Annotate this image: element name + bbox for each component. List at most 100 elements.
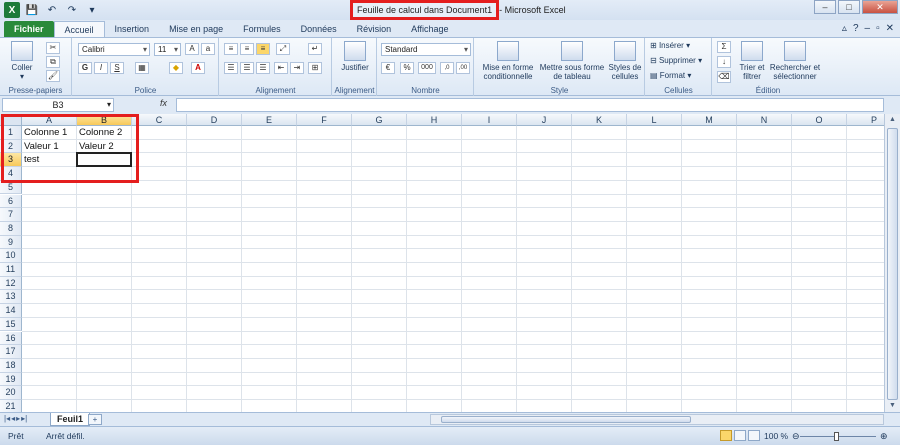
tab-formules[interactable]: Formules	[233, 21, 291, 37]
insert-button[interactable]: ⊞ Insérer ▾	[650, 41, 690, 50]
row-header-5[interactable]: 5	[0, 180, 22, 195]
customize-qat-icon[interactable]: ▾	[84, 2, 100, 18]
shrink-font-icon[interactable]: a	[201, 43, 215, 55]
sort-filter-button[interactable]: Trier et filtrer	[737, 41, 767, 81]
tab-accueil[interactable]: Accueil	[53, 21, 105, 37]
excel-icon[interactable]: X	[4, 2, 20, 18]
fill-icon[interactable]: ↓	[717, 56, 731, 68]
column-header-P[interactable]: P	[847, 114, 884, 126]
row-header-14[interactable]: 14	[0, 304, 22, 318]
row-header-8[interactable]: 8	[0, 221, 22, 236]
formula-input[interactable]	[176, 98, 884, 112]
wrap-text-icon[interactable]: ↵	[308, 43, 322, 55]
increase-indent-icon[interactable]: ⇥	[290, 62, 304, 74]
underline-button[interactable]: S	[110, 62, 124, 74]
column-header-F[interactable]: F	[297, 114, 352, 126]
column-header-G[interactable]: G	[352, 114, 407, 126]
row-header-21[interactable]: 21	[0, 400, 22, 412]
doc-restore-icon[interactable]: ▫	[876, 21, 880, 37]
zoom-out-icon[interactable]: ⊖	[792, 431, 800, 442]
close-button[interactable]: ✕	[862, 0, 898, 14]
first-sheet-icon[interactable]: |◂	[4, 414, 10, 423]
tab-affichage[interactable]: Affichage	[401, 21, 458, 37]
align-left-icon[interactable]: ☰	[224, 62, 238, 74]
tab-donnees[interactable]: Données	[291, 21, 347, 37]
column-header-C[interactable]: C	[132, 114, 187, 126]
prev-sheet-icon[interactable]: ◂	[11, 414, 15, 423]
tab-fichier[interactable]: Fichier	[4, 21, 54, 37]
zoom-level[interactable]: 100 %	[764, 431, 788, 441]
horizontal-scroll-thumb[interactable]	[441, 416, 691, 423]
cut-icon[interactable]: ✂	[46, 42, 60, 54]
align-right-icon[interactable]: ☰	[256, 62, 270, 74]
conditional-format-button[interactable]: Mise en forme conditionnelle	[479, 41, 537, 81]
decrease-decimal-icon[interactable]: ,00	[456, 62, 470, 74]
row-header-7[interactable]: 7	[0, 208, 22, 222]
page-break-view-icon[interactable]	[748, 430, 760, 441]
fill-color-icon[interactable]: ◆	[169, 62, 183, 74]
column-header-E[interactable]: E	[242, 114, 297, 126]
find-select-button[interactable]: Rechercher et sélectionner	[769, 41, 821, 81]
italic-button[interactable]: I	[94, 62, 108, 74]
format-painter-icon[interactable]: 🖌	[46, 70, 60, 82]
percent-button[interactable]: %	[400, 62, 414, 74]
row-header-6[interactable]: 6	[0, 194, 22, 209]
name-box[interactable]: B3	[2, 98, 114, 112]
align-bottom-icon[interactable]: ≡	[256, 43, 270, 55]
cell-styles-button[interactable]: Styles de cellules	[607, 41, 643, 81]
format-as-table-button[interactable]: Mettre sous forme de tableau	[539, 41, 605, 81]
row-header-13[interactable]: 13	[0, 290, 22, 305]
justify-button[interactable]: Justifier	[337, 41, 373, 72]
delete-button[interactable]: ⊟ Supprimer ▾	[650, 56, 702, 65]
row-header-9[interactable]: 9	[0, 235, 22, 250]
grow-font-icon[interactable]: A	[185, 43, 199, 55]
number-format-select[interactable]: Standard	[381, 43, 471, 56]
maximize-button[interactable]: □	[838, 0, 860, 14]
orientation-icon[interactable]: ⤢	[276, 43, 290, 55]
column-header-N[interactable]: N	[737, 114, 792, 126]
insert-function-icon[interactable]: fx	[160, 98, 167, 108]
align-top-icon[interactable]: ≡	[224, 43, 238, 55]
new-sheet-icon[interactable]: +	[88, 414, 102, 425]
font-color-icon[interactable]: A	[191, 62, 205, 74]
doc-close-icon[interactable]: ✕	[886, 21, 894, 37]
merge-center-icon[interactable]: ⊞	[308, 62, 322, 74]
font-size-select[interactable]: 11	[154, 43, 181, 56]
next-sheet-icon[interactable]: ▸	[16, 414, 20, 423]
copy-icon[interactable]: ⧉	[46, 56, 60, 68]
column-header-O[interactable]: O	[792, 114, 847, 126]
tab-insertion[interactable]: Insertion	[105, 21, 160, 37]
currency-icon[interactable]: €	[381, 62, 395, 74]
align-center-icon[interactable]: ☰	[240, 62, 254, 74]
scroll-down-icon[interactable]: ▼	[887, 401, 898, 411]
redo-icon[interactable]: ↷	[64, 2, 80, 18]
row-header-19[interactable]: 19	[0, 372, 22, 387]
column-header-I[interactable]: I	[462, 114, 517, 126]
collapse-ribbon-icon[interactable]: ▵	[842, 21, 847, 37]
row-header-11[interactable]: 11	[0, 263, 22, 277]
tab-revision[interactable]: Révision	[347, 21, 402, 37]
minimize-button[interactable]: –	[814, 0, 836, 14]
bold-button[interactable]: G	[78, 62, 92, 74]
column-header-K[interactable]: K	[572, 114, 627, 126]
worksheet-grid[interactable]: A B C D E F G H I J K L M N O P 1 2 3 4 5 6 7 8 9 10 11 12 13 14 15 16 1…	[0, 114, 884, 412]
row-header-17[interactable]: 17	[0, 345, 22, 359]
sheet-tab-feuil1[interactable]: Feuil1	[50, 413, 91, 426]
column-header-H[interactable]: H	[407, 114, 462, 126]
undo-icon[interactable]: ↶	[44, 2, 60, 18]
normal-view-icon[interactable]	[720, 430, 732, 441]
decrease-indent-icon[interactable]: ⇤	[274, 62, 288, 74]
column-header-D[interactable]: D	[187, 114, 242, 126]
zoom-slider-thumb[interactable]	[834, 432, 839, 441]
zoom-in-icon[interactable]: ⊕	[880, 431, 888, 442]
last-sheet-icon[interactable]: ▸|	[21, 414, 27, 423]
column-header-M[interactable]: M	[682, 114, 737, 126]
row-header-20[interactable]: 20	[0, 386, 22, 400]
page-layout-view-icon[interactable]	[734, 430, 746, 441]
paste-button[interactable]: Coller ▾	[6, 41, 38, 81]
help-icon[interactable]: ?	[853, 21, 859, 37]
clear-icon[interactable]: ⌫	[717, 71, 731, 83]
save-icon[interactable]: 💾	[24, 2, 40, 18]
scroll-up-icon[interactable]: ▲	[887, 115, 898, 125]
row-header-10[interactable]: 10	[0, 249, 22, 263]
